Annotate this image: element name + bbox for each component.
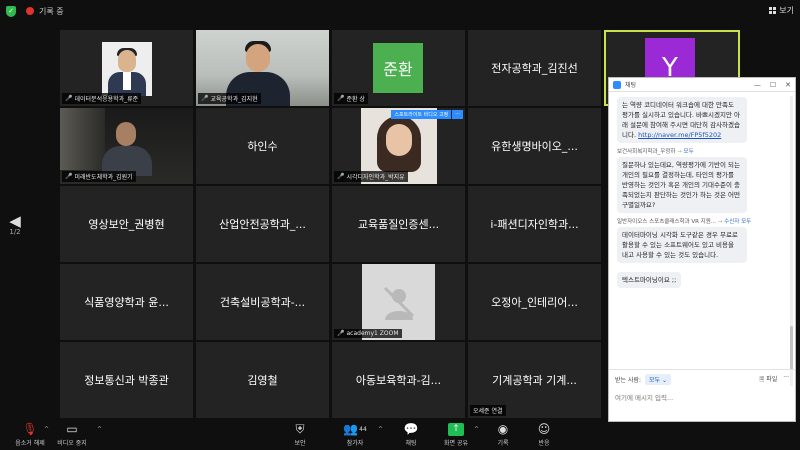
mic-muted-icon: 🎤 bbox=[65, 95, 73, 102]
spotlight-tag[interactable]: 스포트라이트 비디오 고정 ··· bbox=[391, 110, 463, 119]
mic-muted-icon: 🎤 bbox=[337, 173, 345, 180]
mic-muted-icon: 🎤 bbox=[337, 330, 345, 337]
participant-tile[interactable]: 🎤 미래반도체학과_김원기 bbox=[60, 108, 193, 184]
reactions-button[interactable]: ☺ 반응 bbox=[514, 421, 574, 447]
participant-label: 🎤 미래반도체학과_김원기 bbox=[62, 171, 136, 182]
participant-tile[interactable]: 김영철 bbox=[196, 342, 329, 418]
participant-tile[interactable]: 산업안전공학과_... bbox=[196, 186, 329, 262]
participant-avatar: 준환 bbox=[373, 43, 423, 93]
participant-name: 김영철 bbox=[247, 374, 278, 387]
participant-tile[interactable]: 준환 🎤 준환 상 bbox=[332, 30, 465, 106]
chat-scrollbar[interactable] bbox=[790, 96, 793, 386]
mic-muted-icon: 🎤 bbox=[337, 95, 345, 102]
participant-name: 오정아_인테리어... bbox=[491, 296, 578, 309]
participant-tile[interactable]: 식품영양학과 윤... bbox=[60, 264, 193, 340]
participant-tile[interactable]: 하인수 bbox=[196, 108, 329, 184]
participant-tile[interactable]: 정보통신과 박종관 bbox=[60, 342, 193, 418]
mic-muted-icon: 🎤 bbox=[65, 173, 73, 180]
chat-message-list: 는 역량 코디네이터 워크숍에 대한 만족도 평가를 실시하고 있습니다. 바쁘… bbox=[609, 92, 789, 369]
participant-name: 정보통신과 박종관 bbox=[84, 374, 169, 387]
file-button[interactable]: 🗎 파일 bbox=[759, 374, 777, 385]
participant-name: 건축설비공학과-... bbox=[219, 296, 306, 309]
chat-message: 텍스트마이닝이요 ;; bbox=[617, 272, 682, 288]
participant-label: 🎤 교육공학과_김지현 bbox=[198, 93, 261, 104]
to-label: 받는 사람: bbox=[615, 377, 642, 384]
participant-name: 영상보안_권병현 bbox=[88, 218, 165, 231]
chat-sender-line: 일반자이오스 스포츠클래스학과 VR 지원... → 수신자 모두 bbox=[617, 219, 752, 225]
zoom-meeting-window: ✓ 기록 중 보기 ◀ 1/2 🎤 데이터분석응용학과_류준 🎤 교육공학과_김… bbox=[0, 0, 800, 450]
maximize-icon[interactable]: ☐ bbox=[770, 81, 776, 89]
zoom-logo-icon bbox=[613, 80, 621, 89]
chat-message-input[interactable] bbox=[615, 394, 789, 402]
page-navigation: ◀ 1/2 bbox=[4, 214, 26, 237]
security-button[interactable]: ⛨ 보안 bbox=[270, 421, 330, 448]
camera-off-icon bbox=[383, 286, 414, 320]
participant-label: 오세준 연결 bbox=[470, 405, 506, 416]
top-bar: ✓ 기록 중 보기 bbox=[0, 0, 800, 22]
participant-tile[interactable]: 영상보안_권병현 bbox=[60, 186, 193, 262]
participant-photo bbox=[102, 42, 152, 96]
participant-tile[interactable]: 오정아_인테리어... bbox=[468, 264, 601, 340]
participant-tile[interactable]: 전자공학과_김진선 bbox=[468, 30, 601, 106]
participant-tile[interactable]: 🎤 academy1 ZOOM bbox=[332, 264, 465, 340]
chat-message: 는 역량 코디네이터 워크숍에 대한 만족도 평가를 실시하고 있습니다. 바쁘… bbox=[617, 97, 747, 143]
participant-name: 유한생명바이오_... bbox=[491, 140, 578, 153]
participant-label: 🎤 데이터분석응용학과_류준 bbox=[62, 93, 142, 104]
recording-dot-icon bbox=[26, 7, 34, 15]
smiley-add-icon: ☺ bbox=[537, 422, 551, 436]
video-options-caret-icon[interactable]: ^ bbox=[97, 426, 102, 433]
chat-panel: 채팅 — ☐ ✕ 는 역량 코디네이터 워크숍에 대한 만족도 평가를 실시하고… bbox=[608, 77, 796, 422]
chat-message: 질문하나 있는데요, 역량평가에 기반이 되는 개인의 필요를 결정하는데, 타… bbox=[617, 157, 747, 213]
meeting-toolbar: 🎙 음소거 해제 ^ ▭ 비디오 중지 ^ ⛨ 보안 👥 44 참가자 ^ 💬 채… bbox=[0, 418, 800, 450]
survey-link[interactable]: http://naver.me/FP5f5202 bbox=[638, 131, 721, 139]
participant-tile[interactable]: i-패션디자인학과... bbox=[468, 186, 601, 262]
grid-view-icon bbox=[769, 7, 777, 14]
previous-page-arrow-icon[interactable]: ◀ bbox=[4, 214, 26, 229]
participant-tile[interactable]: 교육품질인증센... bbox=[332, 186, 465, 262]
recipient-row: 받는 사람: 모두 ⌄ 🗎 파일 ··· bbox=[615, 374, 789, 385]
mic-muted-icon: 🎤 bbox=[201, 95, 209, 102]
chat-sender-line: 보건사회복지학과_우정하 → 모두 bbox=[617, 149, 694, 155]
more-options-icon[interactable]: ··· bbox=[783, 374, 789, 385]
participant-tile[interactable]: 유한생명바이오_... bbox=[468, 108, 601, 184]
participants-icon: 👥 44 bbox=[343, 422, 367, 436]
participant-label: 🎤 준환 상 bbox=[334, 93, 368, 104]
page-indicator: 1/2 bbox=[9, 228, 21, 236]
shield-icon: ⛨ bbox=[295, 421, 305, 436]
chat-title: 채팅 bbox=[625, 82, 637, 89]
recipient-select[interactable]: 모두 ⌄ bbox=[645, 374, 671, 385]
participant-tile[interactable]: 🎤 데이터분석응용학과_류준 bbox=[60, 30, 193, 106]
video-camera-icon: ▭ bbox=[66, 422, 78, 436]
participant-tile[interactable]: 아동보육학과-김... bbox=[332, 342, 465, 418]
chat-message: 데이터마이닝 시각화 도구같은 경우 무료로 활용할 수 있는 소프트웨어도 있… bbox=[617, 227, 747, 263]
stop-video-button[interactable]: ▭ 비디오 중지 bbox=[42, 421, 102, 447]
chat-composer: 받는 사람: 모두 ⌄ 🗎 파일 ··· bbox=[609, 369, 795, 421]
participant-name: i-패션디자인학과... bbox=[490, 218, 579, 231]
participant-name: 산업안전공학과_... bbox=[219, 218, 306, 231]
participant-name: 식품영양학과 윤... bbox=[84, 296, 169, 309]
participant-label: 🎤 academy1 ZOOM bbox=[334, 329, 402, 338]
security-shield-icon[interactable]: ✓ bbox=[6, 5, 16, 17]
participant-name: 하인수 bbox=[247, 140, 278, 153]
participant-name: 교육품질인증센... bbox=[357, 218, 440, 231]
participant-name: 전자공학과_김진선 bbox=[491, 62, 578, 75]
participants-button[interactable]: 👥 44 참가자 bbox=[325, 421, 385, 447]
close-icon[interactable]: ✕ bbox=[785, 81, 791, 89]
share-screen-icon: ↑ bbox=[448, 422, 464, 436]
participant-name: 아동보육학과-김... bbox=[355, 374, 442, 387]
participant-tile[interactable]: 기계공학과 기계... 오세준 연결 bbox=[468, 342, 601, 418]
recording-label: 기록 중 bbox=[39, 6, 64, 16]
participant-tile[interactable]: 스포트라이트 비디오 고정 ··· 🎤 시각디자인학과_박지유 bbox=[332, 108, 465, 184]
minimize-icon[interactable]: — bbox=[754, 81, 761, 89]
participant-label: 🎤 시각디자인학과_박지유 bbox=[334, 171, 408, 182]
view-button[interactable]: 보기 bbox=[769, 5, 794, 16]
chat-titlebar: 채팅 — ☐ ✕ bbox=[609, 78, 795, 92]
participant-tile[interactable]: 건축설비공학과-... bbox=[196, 264, 329, 340]
view-label: 보기 bbox=[779, 6, 794, 15]
participant-tile[interactable]: 🎤 교육공학과_김지현 bbox=[196, 30, 329, 106]
